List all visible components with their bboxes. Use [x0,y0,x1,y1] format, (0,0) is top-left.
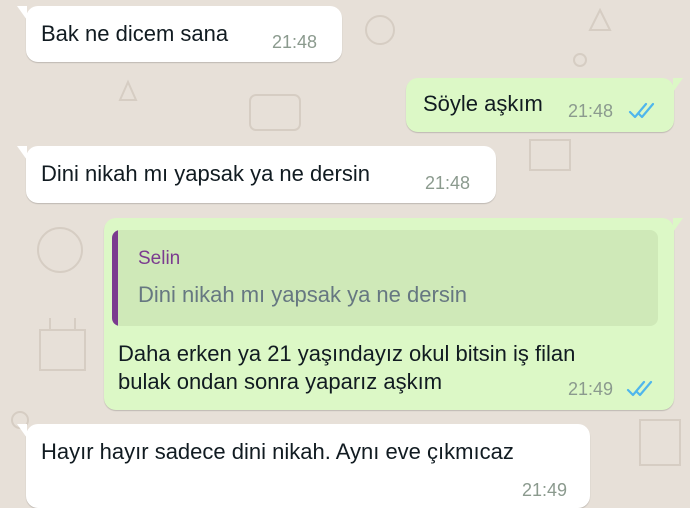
message-bubble-incoming[interactable]: Hayır hayır sadece dini nikah. Aynı eve … [17,424,590,508]
quote-author: Selin [138,248,181,269]
message-time: 21:48 [272,32,318,52]
message-bubble-outgoing-reply[interactable]: Selin Dini nikah mı yapsak ya ne dersin … [104,218,683,410]
message-bubble-outgoing[interactable]: Söyle aşkım 21:48 [406,78,683,132]
quote-text: Dini nikah mı yapsak ya ne dersin [138,282,467,307]
message-text: Dini nikah mı yapsak ya ne dersin [41,161,370,186]
message-time: 21:48 [425,173,471,193]
message-bubble-incoming[interactable]: Dini nikah mı yapsak ya ne dersin 21:48 [17,146,496,203]
message-time: 21:48 [568,101,614,121]
message-text-line: bulak ondan sonra yaparız aşkım [118,369,443,394]
message-text: Bak ne dicem sana [41,21,229,46]
message-text: Söyle aşkım [423,91,543,116]
message-bubble-incoming[interactable]: Bak ne dicem sana 21:48 [17,6,342,62]
quote-accent-bar [112,230,118,326]
message-text: Hayır hayır sadece dini nikah. Aynı eve … [41,439,514,464]
message-text-line: Daha erken ya 21 yaşındayız okul bitsin … [118,341,576,366]
quoted-message[interactable]: Selin Dini nikah mı yapsak ya ne dersin [112,230,658,326]
double-check-icon [626,380,653,397]
message-time: 21:49 [568,379,614,399]
message-time: 21:49 [522,480,568,500]
double-check-icon [628,102,655,119]
